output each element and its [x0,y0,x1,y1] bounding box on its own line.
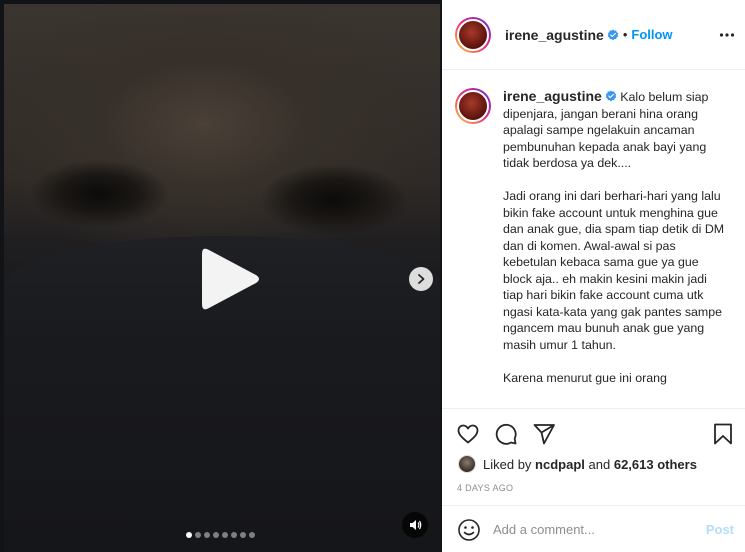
comment-bar: Post [442,505,745,552]
follow-button[interactable]: Follow [631,27,672,42]
post-media[interactable] [0,0,442,552]
emoji-icon[interactable] [457,518,481,542]
speaker-icon [410,520,422,530]
action-icons [456,422,556,446]
carousel-dot [213,532,219,538]
liker-avatar[interactable] [458,455,476,473]
separator-dot: • [622,27,628,42]
post-date[interactable]: 4 DAYS AGO [457,483,513,493]
caption-avatar[interactable] [455,88,491,124]
comment-input[interactable] [493,522,693,537]
post-comment-button[interactable]: Post [706,522,734,537]
username-link[interactable]: irene_agustine [505,27,604,43]
carousel-dot [186,532,192,538]
carousel-dot [204,532,210,538]
likes-prefix: Liked by [483,456,532,472]
caption-username-link[interactable]: irene_agustine [503,88,602,104]
play-icon [202,248,259,310]
avatar[interactable] [455,16,491,53]
post-details-panel: irene_agustine • Follow irene_agustine K… [442,0,745,552]
carousel-dot [240,532,246,538]
bookmark-icon[interactable] [711,422,735,446]
likes-conjunction: and [588,456,611,472]
carousel-dot [222,532,228,538]
verified-badge-icon [605,90,617,102]
carousel-next-button[interactable] [409,267,433,291]
carousel-dot [249,532,255,538]
liker-username-link[interactable]: ncdpapl [535,457,585,472]
likes-count-link[interactable]: 62,613 others [614,457,697,472]
post-actions: Liked by ncdpapl and 62,613 others 4 DAY… [442,408,745,552]
carousel-indicator [186,532,255,538]
avatar-image [457,18,489,51]
header-user-info: irene_agustine • Follow [505,27,673,43]
carousel-dot [195,532,201,538]
sound-toggle-button[interactable] [402,512,428,538]
heart-icon[interactable] [456,422,480,446]
caption-body: Kalo belum siap dipenjara, jangan berani… [503,90,725,385]
caption-area[interactable]: irene_agustine Kalo belum siap dipenjara… [442,71,745,408]
comment-icon[interactable] [494,422,518,446]
carousel-dot [231,532,237,538]
more-options-icon[interactable] [719,27,735,43]
post-header: irene_agustine • Follow [442,0,745,70]
play-button[interactable] [190,240,270,320]
chevron-right-icon [418,274,425,284]
likes-summary: Liked by ncdpapl and 62,613 others [458,455,697,473]
verified-badge-icon [607,29,619,40]
share-icon[interactable] [532,422,556,446]
caption-text: irene_agustine Kalo belum siap dipenjara… [503,88,729,386]
avatar-image [457,90,489,122]
